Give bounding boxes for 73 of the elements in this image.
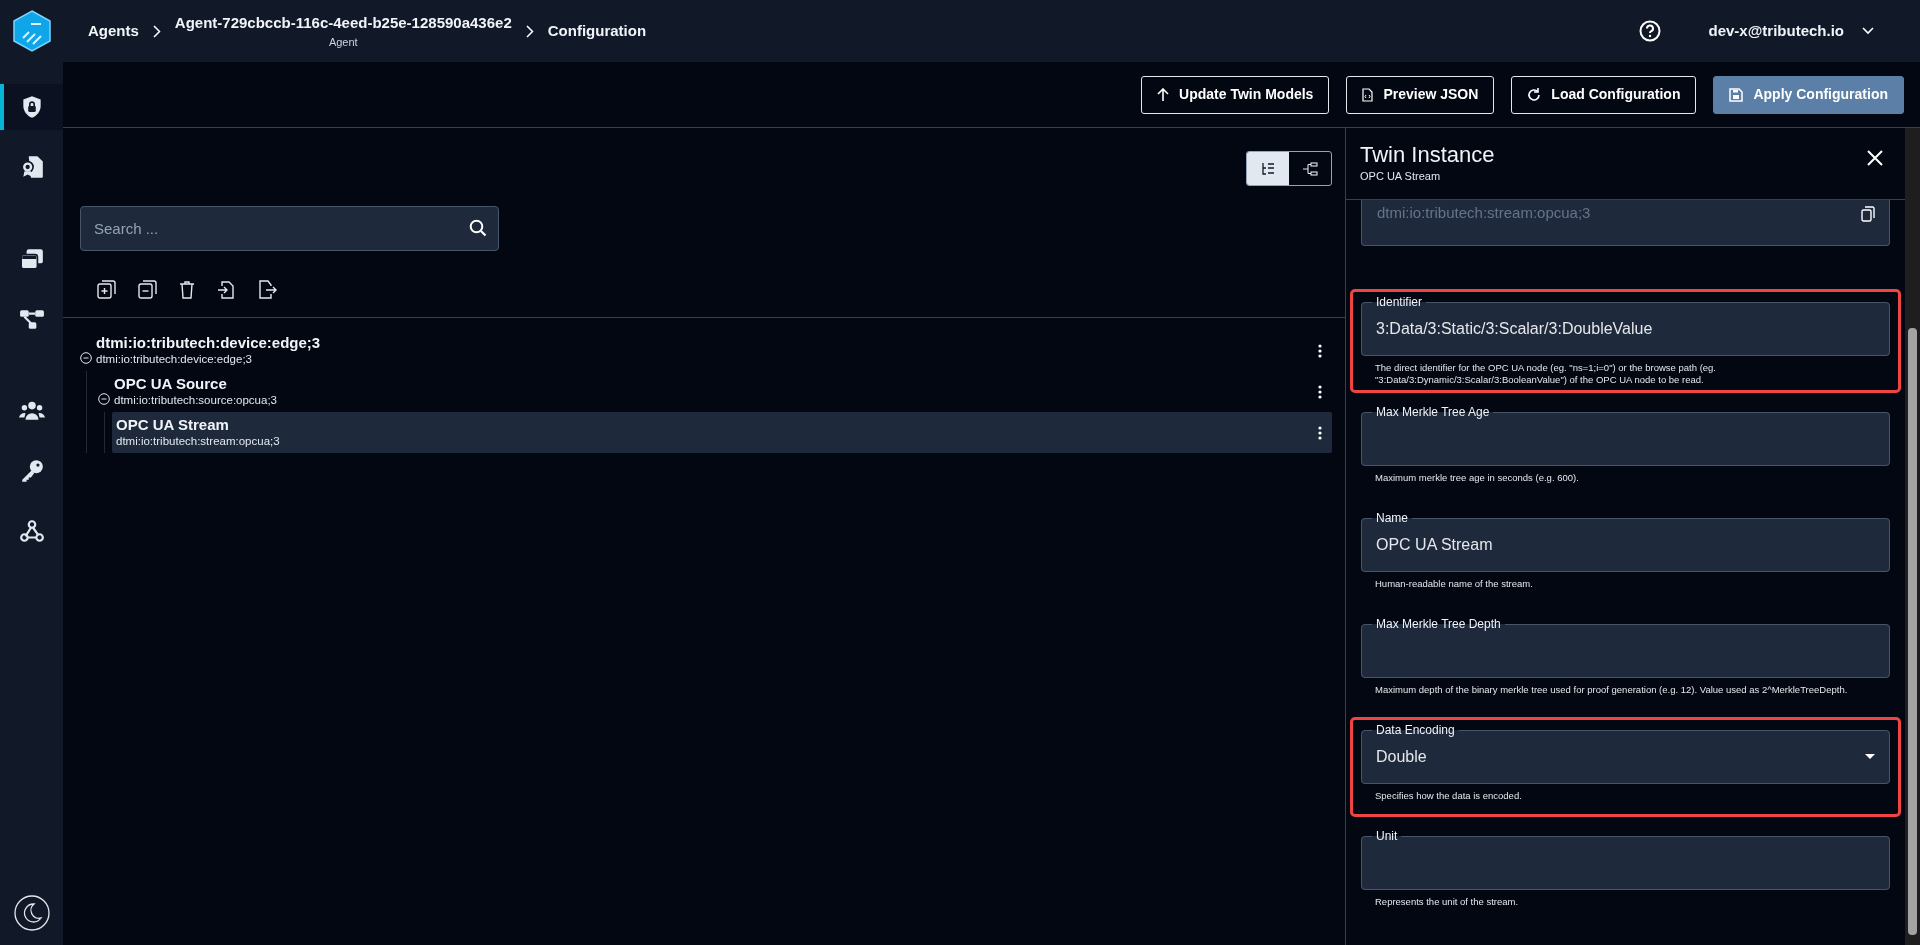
list-tree-icon bbox=[1261, 161, 1275, 176]
search-field[interactable]: Search ... bbox=[80, 206, 499, 251]
field-label: Unit bbox=[1375, 830, 1399, 842]
input-field[interactable]: Max Merkle Tree Age bbox=[1361, 406, 1890, 466]
hierarchy-icon bbox=[1302, 161, 1318, 176]
tree-node[interactable]: dtmi:io:tributech:device:edge;3 dtmi:io:tributech:device:edge;3 bbox=[76, 330, 1332, 371]
breadcrumb-link[interactable]: Agents bbox=[88, 19, 139, 43]
expand-all-icon[interactable] bbox=[97, 279, 116, 299]
caret-icon bbox=[1865, 754, 1875, 759]
collapse-icon[interactable] bbox=[98, 392, 110, 405]
more-icon[interactable] bbox=[1318, 343, 1322, 358]
field-label: Max Merkle Tree Age bbox=[1375, 406, 1491, 418]
help-text: The direct identifier for the OPC UA node (eg. "ns=1;i=0") or the browse path (eg. "3:Data/3:Dynamic/3:Scalar/3:BooleanValue") of the OPC UA node to be read. bbox=[1374, 361, 1717, 386]
breadcrumb-current[interactable]: Configuration bbox=[547, 19, 647, 43]
webhook-icon bbox=[18, 518, 45, 544]
trash-icon[interactable] bbox=[179, 279, 195, 299]
logo-icon bbox=[12, 10, 51, 52]
search-icon[interactable] bbox=[469, 219, 487, 237]
breadcrumb-subtitle: Agent bbox=[328, 35, 358, 50]
more-icon[interactable] bbox=[1318, 425, 1322, 440]
arrow-up-icon bbox=[1157, 87, 1170, 102]
field-value: 3:Data/3:Static/3:Scalar/3:DoubleValue bbox=[1376, 318, 1653, 339]
help-text: Human-readable name of the stream. bbox=[1374, 577, 1534, 591]
export-icon[interactable] bbox=[258, 279, 277, 299]
node-title: dtmi:io:tributech:device:edge;3 bbox=[96, 334, 322, 352]
refresh-icon bbox=[1527, 87, 1542, 102]
chevron-down-icon[interactable] bbox=[1862, 27, 1874, 35]
tree-node[interactable]: OPC UA Stream dtmi:io:tributech:stream:opcua;3 bbox=[112, 412, 1332, 453]
scrollbar[interactable] bbox=[1905, 128, 1920, 945]
node-title: OPC UA Source bbox=[114, 375, 228, 393]
load-button[interactable]: Load Configuration bbox=[1511, 75, 1697, 114]
apply-button[interactable]: Apply Configuration bbox=[1713, 75, 1904, 114]
input-field[interactable]: Name OPC UA Stream bbox=[1361, 512, 1890, 572]
sidebar-item[interactable] bbox=[0, 84, 63, 130]
panel-subtitle: OPC UA Stream bbox=[1360, 169, 1442, 184]
preview-button[interactable]: Preview JSON bbox=[1346, 75, 1495, 114]
dropdown[interactable]: Data Encoding Double bbox=[1361, 724, 1890, 784]
node-id: dtmi:io:tributech:device:edge;3 bbox=[96, 352, 253, 367]
field-value: dtmi:io:tributech:stream:opcua;3 bbox=[1377, 203, 1592, 223]
scrollbar-thumb[interactable] bbox=[1908, 328, 1917, 935]
help-text: Maximum merkle tree age in seconds (e.g. 600). bbox=[1374, 471, 1580, 485]
chevron-right-icon bbox=[152, 24, 161, 38]
collapse-icon[interactable] bbox=[80, 351, 92, 364]
help-text: Maximum depth of the binary merkle tree used for proof generation (e.g. 12). Value used as 2^MerkleTreeDepth. bbox=[1374, 683, 1849, 697]
field-value: OPC UA Stream bbox=[1376, 534, 1493, 555]
panel-title: Twin Instance bbox=[1360, 142, 1496, 168]
copy-icon[interactable] bbox=[1861, 206, 1875, 222]
file-code-icon bbox=[1362, 87, 1374, 102]
help-text: Represents the unit of the stream. bbox=[1374, 895, 1520, 909]
node-id: dtmi:io:tributech:stream:opcua;3 bbox=[116, 434, 281, 449]
collapse-all-icon[interactable] bbox=[138, 279, 157, 299]
field-label: Max Merkle Tree Depth bbox=[1375, 618, 1502, 630]
node-id: dtmi:io:tributech:source:opcua;3 bbox=[114, 393, 278, 408]
help-text: Specifies how the data is encoded. bbox=[1374, 789, 1523, 803]
import-icon[interactable] bbox=[217, 279, 236, 299]
tree-node[interactable]: OPC UA Source dtmi:io:tributech:source:opcua;3 bbox=[94, 371, 1332, 412]
field-label: Identifier bbox=[1375, 296, 1424, 308]
close-icon[interactable] bbox=[1867, 150, 1883, 166]
input-field[interactable]: Unit bbox=[1361, 830, 1890, 890]
field-label: Data Encoding bbox=[1375, 724, 1456, 736]
input-field[interactable]: Max Merkle Tree Depth bbox=[1361, 618, 1890, 678]
node-title: OPC UA Stream bbox=[116, 416, 230, 434]
help-icon[interactable] bbox=[1638, 20, 1661, 42]
chevron-right-icon bbox=[525, 24, 534, 38]
more-icon[interactable] bbox=[1318, 384, 1322, 399]
input-field[interactable]: Identifier 3:Data/3:Static/3:Scalar/3:DoubleValue bbox=[1361, 296, 1890, 356]
update-button[interactable]: Update Twin Models bbox=[1141, 75, 1330, 114]
save-icon bbox=[1729, 87, 1744, 102]
moon-icon[interactable] bbox=[13, 895, 50, 931]
breadcrumb-link[interactable]: Agent-729cbccb-116c-4eed-b25e-128590a436e2 bbox=[174, 11, 512, 34]
tree-view-toggle[interactable] bbox=[1247, 152, 1289, 185]
user-menu[interactable]: dev-x@tributech.io bbox=[1708, 19, 1844, 43]
field-label: Name bbox=[1375, 512, 1409, 524]
